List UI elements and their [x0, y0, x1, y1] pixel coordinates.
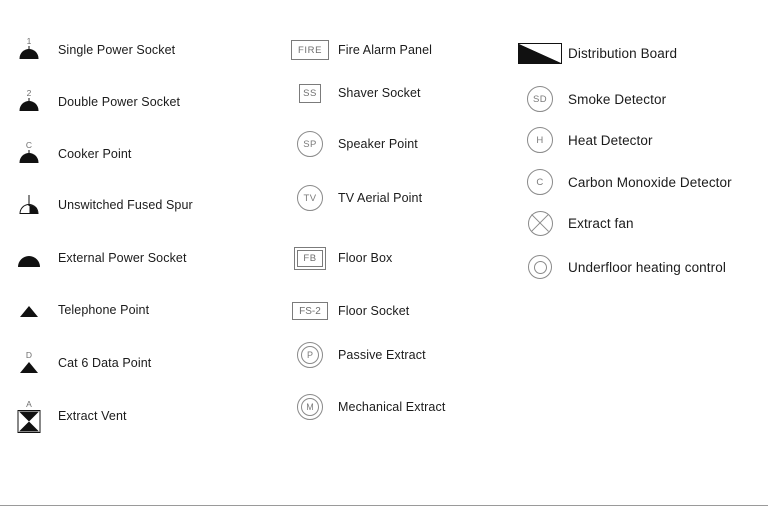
passive-extract-code: P: [301, 346, 319, 364]
legend-label: TV Aerial Point: [338, 190, 423, 205]
legend-row-underfloor-heating-control[interactable]: Underfloor heating control: [512, 244, 726, 290]
socket-code-tag: A: [26, 399, 32, 409]
legend-row-passive-extract[interactable]: P Passive Extract: [282, 332, 426, 378]
legend-label: Heat Detector: [568, 132, 653, 148]
mechanical-extract-code: M: [301, 398, 319, 416]
legend-label: Carbon Monoxide Detector: [568, 174, 732, 190]
smoke-detector-code: SD: [527, 86, 553, 112]
socket-code-tag: D: [25, 350, 33, 360]
legend-row-speaker-point[interactable]: SP Speaker Point: [282, 121, 418, 167]
cat-6-data-point-icon: D: [0, 340, 58, 386]
telephone-point-icon: [0, 287, 58, 333]
cooker-point-icon: C: [0, 131, 58, 177]
floor-socket-code: FS-2: [292, 302, 328, 320]
legend-label: Cooker Point: [58, 146, 132, 161]
legend-row-extract-vent[interactable]: A Extract Vent: [0, 393, 127, 439]
legend-row-distribution-board[interactable]: Distribution Board: [512, 30, 677, 76]
legend-label: Extract fan: [568, 215, 634, 231]
legend-row-external-power-socket[interactable]: External Power Socket: [0, 235, 187, 281]
legend-label: Shaver Socket: [338, 85, 421, 100]
legend-label: Fire Alarm Panel: [338, 42, 432, 57]
legend-label: Mechanical Extract: [338, 399, 446, 414]
floor-box-icon: FB: [282, 235, 338, 281]
legend-row-telephone-point[interactable]: Telephone Point: [0, 287, 149, 333]
legend-row-floor-box[interactable]: FB Floor Box: [282, 235, 392, 281]
socket-code-tag: C: [25, 140, 33, 150]
fire-alarm-panel-code: FIRE: [291, 40, 329, 60]
shaver-socket-icon: SS: [282, 70, 338, 116]
legend-row-extract-fan[interactable]: Extract fan: [512, 200, 634, 246]
legend-label: Telephone Point: [58, 302, 150, 317]
legend-row-single-power-socket[interactable]: 1 Single Power Socket: [0, 27, 175, 73]
legend-label: Passive Extract: [338, 347, 426, 362]
speaker-point-icon: SP: [282, 121, 338, 167]
legend-row-floor-socket[interactable]: FS-2 Floor Socket: [282, 288, 409, 334]
tv-aerial-point-code: TV: [297, 185, 323, 211]
legend-label: Underfloor heating control: [568, 259, 726, 275]
fire-alarm-panel-icon: FIRE: [282, 27, 338, 73]
speaker-point-code: SP: [297, 131, 323, 157]
legend-label: Cat 6 Data Point: [58, 355, 152, 370]
legend-row-heat-detector[interactable]: H Heat Detector: [512, 117, 653, 163]
socket-code-tag: 1: [26, 36, 32, 46]
legend-row-mechanical-extract[interactable]: M Mechanical Extract: [282, 384, 445, 430]
legend-row-tv-aerial-point[interactable]: TV TV Aerial Point: [282, 175, 422, 221]
double-power-socket-icon: 2: [0, 79, 58, 125]
legend-row-double-power-socket[interactable]: 2 Double Power Socket: [0, 79, 180, 125]
legend-row-shaver-socket[interactable]: SS Shaver Socket: [282, 70, 421, 116]
heat-detector-icon: H: [512, 117, 568, 163]
legend-row-cat-6-data-point[interactable]: D Cat 6 Data Point: [0, 340, 151, 386]
distribution-board-icon: [512, 30, 568, 76]
shaver-socket-code: SS: [299, 83, 321, 103]
legend-label: Smoke Detector: [568, 91, 667, 107]
legend-label: Unswitched Fused Spur: [58, 197, 193, 212]
single-power-socket-icon: 1: [0, 27, 58, 73]
underfloor-heating-control-icon: [512, 244, 568, 290]
floor-box-code: FB: [297, 249, 323, 267]
external-power-socket-icon: [0, 235, 58, 281]
legend-label: Extract Vent: [58, 408, 127, 423]
legend-label: Floor Box: [338, 250, 393, 265]
sheet-bottom-rule: [0, 505, 768, 506]
carbon-monoxide-detector-code: C: [527, 169, 553, 195]
legend-label: Double Power Socket: [58, 94, 181, 109]
passive-extract-icon: P: [282, 332, 338, 378]
carbon-monoxide-detector-icon: C: [512, 159, 568, 205]
legend-row-fire-alarm-panel[interactable]: FIRE Fire Alarm Panel: [282, 27, 432, 73]
legend-label: Floor Socket: [338, 303, 410, 318]
heat-detector-code: H: [527, 127, 553, 153]
legend-row-carbon-monoxide-detector[interactable]: C Carbon Monoxide Detector: [512, 159, 732, 205]
legend-label: Single Power Socket: [58, 42, 176, 57]
legend-label: Distribution Board: [568, 45, 678, 61]
smoke-detector-icon: SD: [512, 76, 568, 122]
unswitched-fused-spur-icon: [0, 182, 58, 228]
legend-row-cooker-point[interactable]: C Cooker Point: [0, 131, 131, 177]
extract-vent-box: [17, 410, 41, 433]
extract-vent-icon: A: [0, 393, 58, 439]
floor-socket-icon: FS-2: [282, 288, 338, 334]
legend-label: Speaker Point: [338, 136, 418, 151]
extract-fan-icon: [512, 200, 568, 246]
tv-aerial-point-icon: TV: [282, 175, 338, 221]
mechanical-extract-icon: M: [282, 384, 338, 430]
legend-row-smoke-detector[interactable]: SD Smoke Detector: [512, 76, 666, 122]
symbol-legend-sheet: 1 Single Power Socket 2 Double Power Soc…: [0, 0, 768, 512]
legend-row-unswitched-fused-spur[interactable]: Unswitched Fused Spur: [0, 182, 193, 228]
socket-code-tag: 2: [26, 88, 32, 98]
legend-label: External Power Socket: [58, 250, 187, 265]
